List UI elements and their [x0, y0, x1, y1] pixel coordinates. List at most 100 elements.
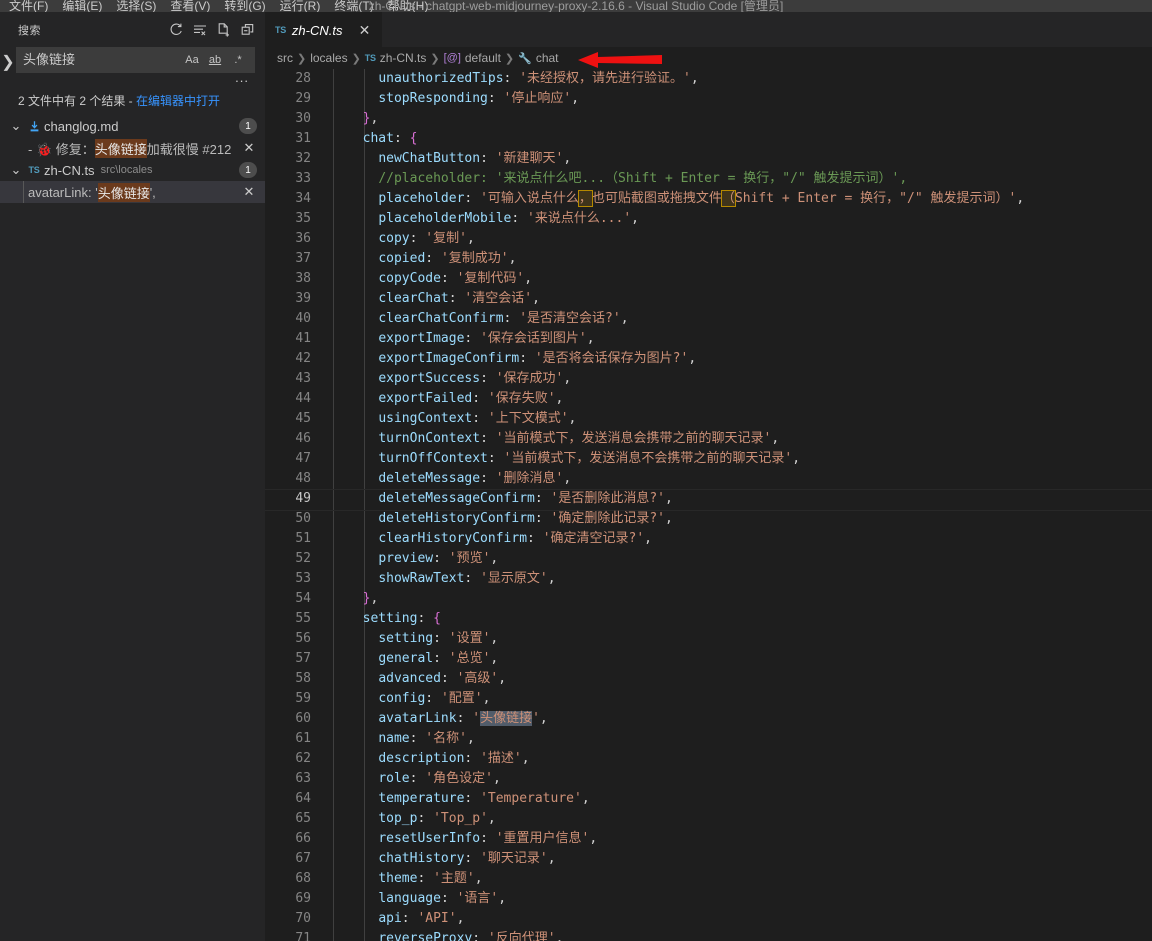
code-line[interactable]: clearChat: '清空会话',	[347, 289, 1152, 309]
token-punct: :	[480, 431, 496, 446]
tab-zh-cn-ts[interactable]: TS zh-CN.ts ✕	[265, 12, 382, 47]
code-line[interactable]: placeholderMobile: '来说点什么...',	[347, 209, 1152, 229]
folding-gutter[interactable]	[333, 69, 347, 941]
token-str: '重置用户信息'	[496, 831, 590, 846]
code-line[interactable]: usingContext: '上下文模式',	[347, 409, 1152, 429]
token-punct: ,	[621, 311, 629, 326]
code-line[interactable]: exportFailed: '保存失败',	[347, 389, 1152, 409]
line-number: 57	[265, 649, 311, 669]
code-line[interactable]: name: '名称',	[347, 729, 1152, 749]
code-line[interactable]: deleteMessageConfirm: '是否删除此消息?',	[347, 489, 1152, 509]
search-result-match-text: - 🐞 修复：头像链接加载很慢 #212	[28, 139, 231, 158]
breadcrumb-item-zh-CN.ts[interactable]: TSzh-CN.ts	[365, 51, 427, 65]
code-line[interactable]: deleteMessage: '删除消息',	[347, 469, 1152, 489]
code-line[interactable]: reverseProxy: '反向代理',	[347, 929, 1152, 941]
code-line[interactable]: advanced: '高级',	[347, 669, 1152, 689]
search-input-value[interactable]: 头像链接	[23, 48, 182, 72]
code-line[interactable]: chatHistory: '聊天记录',	[347, 849, 1152, 869]
token-prop: unauthorizedTips	[378, 71, 503, 86]
clear-search-results-icon[interactable]	[189, 19, 211, 41]
code-editor[interactable]: 2829303132333435363738394041424344454647…	[265, 69, 1152, 941]
code-line[interactable]: turnOnContext: '当前模式下，发送消息会携带之前的聊天记录',	[347, 429, 1152, 449]
collapse-all-icon[interactable]	[237, 19, 259, 41]
code-line[interactable]: unauthorizedTips: '未经授权，请先进行验证。',	[347, 69, 1152, 89]
menu-item-2[interactable]: 选择(S)	[109, 0, 163, 12]
line-number: 42	[265, 349, 311, 369]
editor-scrollbar[interactable]	[1138, 69, 1152, 941]
breadcrumb-item-default[interactable]: [@]default	[444, 51, 501, 65]
code-line[interactable]: exportImageConfirm: '是否将会话保存为图片?',	[347, 349, 1152, 369]
code-line[interactable]: deleteHistoryConfirm: '确定删除此记录?',	[347, 509, 1152, 529]
search-result-file[interactable]: ⌄TSzh-CN.tssrc\locales1	[0, 159, 265, 181]
token-punct: ,	[691, 71, 699, 86]
close-icon[interactable]: ✕	[356, 22, 372, 39]
match-case-icon[interactable]: Aa	[182, 50, 202, 70]
menu-item-3[interactable]: 查看(V)	[163, 0, 217, 12]
breadcrumb-item-locales[interactable]: locales	[310, 51, 347, 65]
open-new-search-editor-icon[interactable]	[213, 19, 235, 41]
token-punct: :	[488, 91, 504, 106]
code-line[interactable]: clearChatConfirm: '是否清空会话?',	[347, 309, 1152, 329]
code-line[interactable]: api: 'API',	[347, 909, 1152, 929]
code-line[interactable]: newChatButton: '新建聊天',	[347, 149, 1152, 169]
search-result-file[interactable]: ⌄changlog.md1	[0, 115, 265, 137]
code-line[interactable]: resetUserInfo: '重置用户信息',	[347, 829, 1152, 849]
code-line[interactable]: avatarLink: '头像链接',	[347, 709, 1152, 729]
dismiss-match-icon[interactable]: ✕	[241, 140, 257, 156]
dismiss-match-icon[interactable]: ✕	[241, 184, 257, 200]
code-line[interactable]: theme: '主题',	[347, 869, 1152, 889]
breadcrumb-item-chat[interactable]: 🔧chat	[518, 51, 558, 65]
menu-item-7[interactable]: 帮助(H)	[381, 0, 436, 12]
menu-item-5[interactable]: 运行(R)	[273, 0, 328, 12]
code-line[interactable]: },	[347, 589, 1152, 609]
open-in-editor-link[interactable]: 在编辑器中打开	[136, 94, 220, 108]
code-line[interactable]: placeholder: '可输入说点什么，也可贴截图或拖拽文件（Shift +…	[347, 189, 1152, 209]
code-line[interactable]: exportSuccess: '保存成功',	[347, 369, 1152, 389]
menu-bar[interactable]: 文件(F)编辑(E)选择(S)查看(V)转到(G)运行(R)终端(T)帮助(H)	[0, 0, 435, 12]
use-regex-icon[interactable]: .*	[228, 50, 248, 70]
code-line[interactable]: setting: '设置',	[347, 629, 1152, 649]
token-str: '停止响应'	[504, 91, 572, 106]
code-content[interactable]: unauthorizedTips: '未经授权，请先进行验证。', stopRe…	[347, 69, 1152, 941]
menu-item-4[interactable]: 转到(G)	[217, 0, 272, 12]
token-punct: ,	[556, 391, 564, 406]
code-line[interactable]: },	[347, 109, 1152, 129]
code-line[interactable]: copied: '复制成功',	[347, 249, 1152, 269]
code-line[interactable]: description: '描述',	[347, 749, 1152, 769]
menu-item-1[interactable]: 编辑(E)	[55, 0, 109, 12]
chevron-down-icon[interactable]: ⌄	[8, 162, 24, 178]
code-line[interactable]: copy: '复制',	[347, 229, 1152, 249]
search-input[interactable]: 头像链接 Aa ab .*	[16, 47, 255, 73]
line-number: 63	[265, 769, 311, 789]
menu-item-6[interactable]: 终端(T)	[327, 0, 380, 12]
token-punct: :	[425, 691, 441, 706]
refresh-icon[interactable]	[165, 19, 187, 41]
match-count-badge: 1	[239, 162, 257, 178]
toggle-replace-icon[interactable]: ❯	[0, 47, 16, 77]
search-result-match[interactable]: - 🐞 修复：头像链接加载很慢 #212 ✕	[0, 137, 265, 159]
toggle-search-details-icon[interactable]: ...	[235, 73, 249, 89]
code-line[interactable]: setting: {	[347, 609, 1152, 629]
code-line[interactable]: //placeholder: '来说点什么吧...（Shift + Enter …	[347, 169, 1152, 189]
code-line[interactable]: clearHistoryConfirm: '确定清空记录?',	[347, 529, 1152, 549]
code-line[interactable]: top_p: 'Top_p',	[347, 809, 1152, 829]
code-line[interactable]: chat: {	[347, 129, 1152, 149]
code-line[interactable]: showRawText: '显示原文',	[347, 569, 1152, 589]
search-result-match[interactable]: avatarLink: '头像链接',✕	[0, 181, 265, 203]
code-line[interactable]: copyCode: '复制代码',	[347, 269, 1152, 289]
code-line[interactable]: temperature: 'Temperature',	[347, 789, 1152, 809]
code-line[interactable]: exportImage: '保存会话到图片',	[347, 329, 1152, 349]
code-line[interactable]: preview: '预览',	[347, 549, 1152, 569]
code-line[interactable]: turnOffContext: '当前模式下，发送消息不会携带之前的聊天记录',	[347, 449, 1152, 469]
code-line[interactable]: general: '总览',	[347, 649, 1152, 669]
code-line[interactable]: stopResponding: '停止响应',	[347, 89, 1152, 109]
code-line[interactable]: config: '配置',	[347, 689, 1152, 709]
chevron-down-icon[interactable]: ⌄	[8, 118, 24, 134]
match-whole-word-icon[interactable]: ab	[205, 50, 225, 70]
breadcrumb-item-src[interactable]: src	[277, 51, 293, 65]
code-lines[interactable]: unauthorizedTips: '未经授权，请先进行验证。', stopRe…	[347, 69, 1152, 941]
code-line[interactable]: language: '语言',	[347, 889, 1152, 909]
token-prop: setting	[378, 631, 433, 646]
code-line[interactable]: role: '角色设定',	[347, 769, 1152, 789]
menu-item-0[interactable]: 文件(F)	[2, 0, 55, 12]
